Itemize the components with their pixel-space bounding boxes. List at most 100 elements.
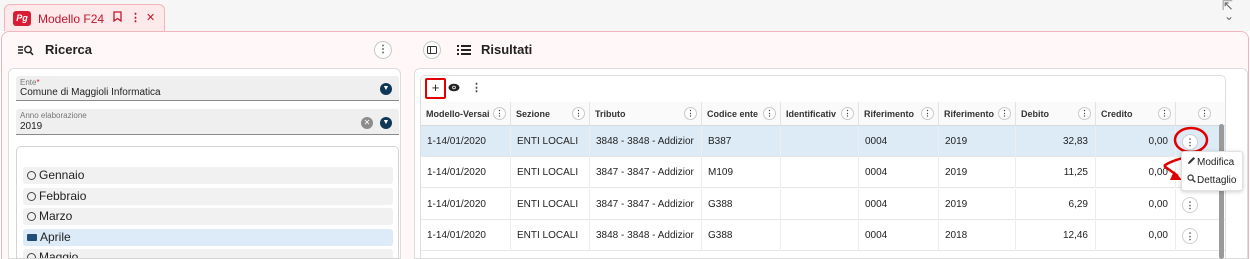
cell: 2019 bbox=[939, 157, 1016, 188]
tab-title: Modello F24 bbox=[38, 12, 105, 26]
row-context-menu: Modifica Dettaglio bbox=[1181, 151, 1243, 191]
anno-select[interactable]: Anno elaborazione 2019 ✕ ▼ bbox=[16, 109, 399, 135]
add-button[interactable]: + bbox=[425, 78, 446, 99]
cell: 1-14/01/2020 bbox=[421, 126, 511, 157]
list-item-month[interactable]: Gennaio bbox=[23, 167, 393, 184]
list-item-month[interactable]: Marzo bbox=[23, 208, 393, 225]
column-header[interactable]: Codice ente ⋮ bbox=[702, 102, 781, 126]
toggle-panel-button[interactable] bbox=[423, 41, 441, 59]
cell bbox=[781, 157, 859, 188]
cell: ENTI LOCALI bbox=[511, 157, 590, 188]
pencil-icon bbox=[1187, 156, 1197, 168]
table-row[interactable]: 1-14/01/2020 ENTI LOCALI 3847 - 3847 - A… bbox=[421, 157, 1225, 188]
column-header-actions[interactable]: ⋮ bbox=[1176, 102, 1225, 126]
ente-select[interactable]: Ente* Comune di Maggioli Informatica ▼ bbox=[16, 76, 399, 101]
column-header[interactable]: Identificativ ⋮ bbox=[781, 102, 859, 126]
column-header[interactable]: Modello-Versai ⋮ bbox=[421, 102, 511, 126]
menu-item-dettaglio[interactable]: Dettaglio bbox=[1187, 174, 1236, 186]
list-item-month[interactable]: Febbraio bbox=[23, 188, 393, 205]
chevron-down-icon[interactable]: ▼ bbox=[380, 83, 392, 95]
cell: 0004 bbox=[859, 220, 939, 251]
tab-close-icon[interactable]: ✕ bbox=[146, 11, 155, 25]
cell bbox=[781, 220, 859, 251]
search-panel-menu-button[interactable]: ⋮ bbox=[374, 41, 392, 59]
column-menu-icon[interactable]: ⋮ bbox=[921, 107, 934, 120]
clear-icon[interactable]: ✕ bbox=[361, 117, 373, 129]
cell: 6,29 bbox=[1016, 189, 1096, 220]
month-list: Gennaio Febbraio Marzo Aprile Maggio bbox=[16, 146, 399, 259]
column-header[interactable]: Debito ⋮ bbox=[1016, 102, 1096, 126]
circle-icon bbox=[27, 253, 36, 258]
row-menu-button[interactable]: ⋮ bbox=[1182, 228, 1198, 244]
list-item-month-selected[interactable]: Aprile bbox=[23, 229, 393, 246]
column-header[interactable]: Riferimento ⋮ bbox=[939, 102, 1016, 126]
search-panel-title: Ricerca bbox=[45, 42, 92, 57]
column-menu-icon[interactable]: ⋮ bbox=[763, 107, 776, 120]
tab-menu-icon[interactable]: ⋮ bbox=[130, 11, 141, 25]
grid-menu-icon[interactable]: ⋮ bbox=[471, 81, 482, 94]
ente-label: Ente* bbox=[20, 78, 40, 87]
table-row[interactable]: 1-14/01/2020 ENTI LOCALI 3848 - 3848 - A… bbox=[421, 220, 1225, 251]
cell: 2019 bbox=[939, 126, 1016, 157]
column-menu-icon[interactable]: ⋮ bbox=[1198, 107, 1211, 120]
cell bbox=[781, 189, 859, 220]
results-grid: + ⋮ Modello-Versai ⋮ Sezione ⋮ Tributo ⋮ Co… bbox=[420, 75, 1226, 259]
cell: 2018 bbox=[939, 220, 1016, 251]
results-panel-title: Risultati bbox=[481, 42, 533, 57]
menu-item-modifica[interactable]: Modifica bbox=[1187, 156, 1234, 168]
cell: 3848 - 3848 - Addizior bbox=[590, 126, 702, 157]
column-header[interactable]: Credito ⋮ bbox=[1096, 102, 1176, 126]
bookmark-icon[interactable] bbox=[113, 11, 122, 26]
anno-label: Anno elaborazione bbox=[20, 111, 87, 120]
ente-value: Comune di Maggioli Informatica bbox=[20, 87, 161, 98]
column-header[interactable]: Tributo ⋮ bbox=[590, 102, 702, 126]
cell: 12,46 bbox=[1016, 220, 1096, 251]
app-logo-icon: Pg bbox=[13, 11, 31, 26]
column-menu-icon[interactable]: ⋮ bbox=[572, 107, 585, 120]
anno-value: 2019 bbox=[20, 121, 43, 132]
cell: ENTI LOCALI bbox=[511, 220, 590, 251]
cell: 1-14/01/2020 bbox=[421, 189, 511, 220]
table-row[interactable]: 1-14/01/2020 ENTI LOCALI 3848 - 3848 - A… bbox=[421, 126, 1225, 157]
cell: 0004 bbox=[859, 126, 939, 157]
row-menu-button[interactable]: ⋮ bbox=[1182, 197, 1198, 213]
cell: G388 bbox=[702, 220, 781, 251]
magnifier-icon bbox=[1187, 174, 1197, 186]
cell: 3847 - 3847 - Addizior bbox=[590, 189, 702, 220]
cell: M109 bbox=[702, 157, 781, 188]
cell: 1-14/01/2020 bbox=[421, 220, 511, 251]
eye-icon[interactable] bbox=[448, 83, 462, 93]
cell: 32,83 bbox=[1016, 126, 1096, 157]
column-menu-icon[interactable]: ⋮ bbox=[841, 107, 854, 120]
column-menu-icon[interactable]: ⋮ bbox=[684, 107, 697, 120]
column-header[interactable]: Sezione ⋮ bbox=[511, 102, 590, 126]
circle-icon bbox=[27, 212, 36, 221]
column-menu-icon[interactable]: ⋮ bbox=[1078, 107, 1091, 120]
column-menu-icon[interactable]: ⋮ bbox=[493, 107, 506, 120]
tab-modello-f24[interactable]: Pg Modello F24 ⋮ ✕ bbox=[4, 4, 165, 31]
cell: 3848 - 3848 - Addizior bbox=[590, 220, 702, 251]
circle-icon bbox=[27, 171, 36, 180]
cell: 2019 bbox=[939, 189, 1016, 220]
cell: 1-14/01/2020 bbox=[421, 157, 511, 188]
tab-strip bbox=[0, 0, 1250, 31]
cell: B387 bbox=[702, 126, 781, 157]
folder-icon bbox=[27, 234, 37, 241]
column-menu-icon[interactable]: ⋮ bbox=[998, 107, 1011, 120]
chevron-down-icon[interactable]: ⌄ bbox=[1224, 9, 1234, 23]
column-menu-icon[interactable]: ⋮ bbox=[1158, 107, 1171, 120]
cell: 11,25 bbox=[1016, 157, 1096, 188]
table-row[interactable]: 1-14/01/2020 ENTI LOCALI 3847 - 3847 - A… bbox=[421, 189, 1225, 220]
chevron-down-icon[interactable]: ▼ bbox=[380, 117, 392, 129]
list-item-month[interactable]: Maggio bbox=[23, 249, 393, 258]
cell: 0,00 bbox=[1096, 189, 1176, 220]
cell bbox=[781, 126, 859, 157]
cell: ENTI LOCALI bbox=[511, 126, 590, 157]
cell: ENTI LOCALI bbox=[511, 189, 590, 220]
cell: 3847 - 3847 - Addizior bbox=[590, 157, 702, 188]
cell: 0004 bbox=[859, 157, 939, 188]
cell: 0,00 bbox=[1096, 220, 1176, 251]
circle-icon bbox=[27, 192, 36, 201]
column-header[interactable]: Riferimento ⋮ bbox=[859, 102, 939, 126]
list-icon bbox=[457, 44, 471, 55]
